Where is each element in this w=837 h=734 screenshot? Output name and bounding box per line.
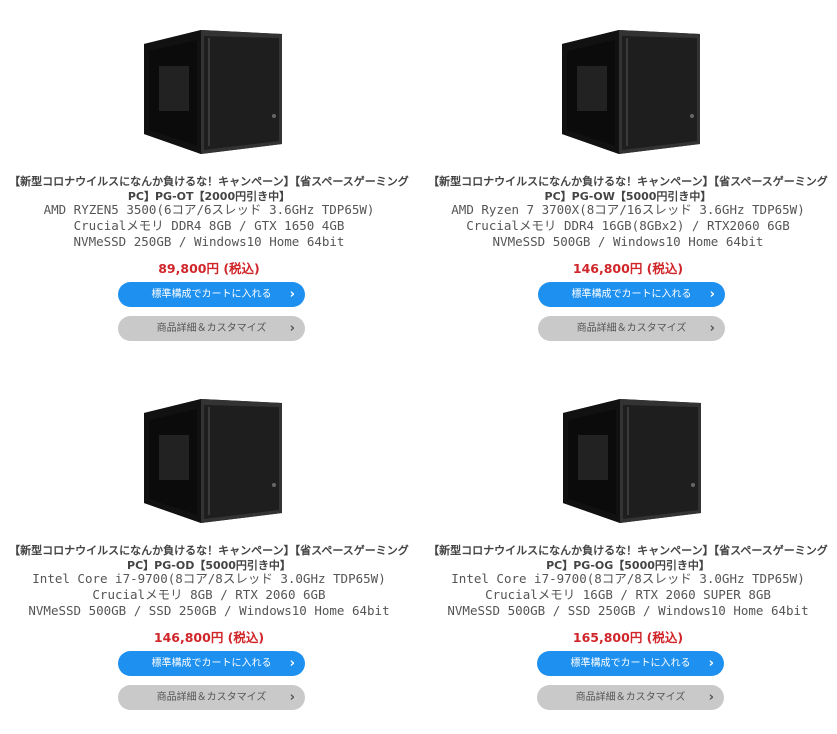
spec-cpu: AMD Ryzen 7 3700X(8コア/16スレッド 3.6GHz TDP6… — [451, 202, 805, 217]
detail-customize-label: 商品詳細＆カスタマイズ — [575, 692, 686, 703]
product-grid: 【新型コロナウイルスになんか負けるな！キャンペーン】【省スペースゲーミングPC】… — [0, 0, 837, 727]
chevron-right-icon: › — [709, 321, 715, 336]
add-to-cart-button[interactable]: 標準構成でカートに入れる › — [537, 651, 724, 676]
detail-customize-button[interactable]: 商品詳細＆カスタマイズ › — [538, 316, 725, 341]
spec-storage-os: NVMeSSD 500GB / SSD 250GB / Windows10 Ho… — [28, 603, 390, 618]
add-to-cart-label: 標準構成でカートに入れる — [571, 289, 692, 300]
detail-customize-button[interactable]: 商品詳細＆カスタマイズ › — [118, 685, 305, 710]
spec-memory-gpu: Crucialメモリ 8GB / RTX 2060 6GB — [92, 587, 326, 602]
spec-storage-os: NVMeSSD 500GB / Windows10 Home 64bit — [492, 234, 764, 249]
add-to-cart-button[interactable]: 標準構成でカートに入れる › — [118, 651, 305, 676]
detail-customize-label: 商品詳細＆カスタマイズ — [576, 323, 687, 334]
product-price: 165,800円 (税込) — [572, 630, 684, 645]
detail-customize-label: 商品詳細＆カスタマイズ — [156, 692, 267, 703]
chevron-right-icon: › — [289, 690, 295, 705]
spec-cpu: Intel Core i7-9700(8コア/8スレッド 3.0GHz TDP6… — [32, 571, 386, 586]
add-to-cart-label: 標準構成でカートに入れる — [570, 658, 691, 669]
product-price: 89,800円 (税込) — [158, 261, 260, 276]
pc-case-image — [144, 399, 282, 523]
spec-storage-os: NVMeSSD 250GB / Windows10 Home 64bit — [73, 234, 345, 249]
detail-customize-button[interactable]: 商品詳細＆カスタマイズ › — [118, 316, 305, 341]
product-title[interactable]: 【新型コロナウイルスになんか負けるな！キャンペーン】【省スペースゲーミングPC】… — [8, 543, 410, 573]
spec-cpu: Intel Core i7-9700(8コア/8スレッド 3.0GHz TDP6… — [451, 571, 805, 586]
detail-customize-label: 商品詳細＆カスタマイズ — [156, 323, 267, 334]
pc-case-image — [144, 30, 282, 154]
product-specs: AMD Ryzen 7 3700X(8コア/16スレッド 3.6GHz TDP6… — [419, 202, 837, 250]
product-title[interactable]: 【新型コロナウイルスになんか負けるな！キャンペーン】【省スペースゲーミングPC】… — [427, 174, 829, 204]
add-to-cart-label: 標準構成でカートに入れる — [151, 289, 272, 300]
product-specs: AMD RYZEN5 3500(6コア/6スレッド 3.6GHz TDP65W)… — [0, 202, 418, 250]
product-price: 146,800円 (税込) — [153, 630, 265, 645]
product-price: 146,800円 (税込) — [572, 261, 684, 276]
add-to-cart-button[interactable]: 標準構成でカートに入れる › — [118, 282, 305, 307]
chevron-right-icon: › — [289, 321, 295, 336]
product-image[interactable] — [517, 16, 742, 155]
product-image[interactable] — [518, 385, 743, 524]
detail-customize-button[interactable]: 商品詳細＆カスタマイズ › — [537, 685, 724, 710]
chevron-right-icon: › — [709, 287, 715, 302]
pc-case-image — [562, 30, 700, 154]
pc-case-image — [563, 399, 701, 523]
product-card: 【新型コロナウイルスになんか負けるな！キャンペーン】【省スペースゲーミングPC】… — [0, 0, 418, 365]
spec-memory-gpu: Crucialメモリ DDR4 16GB(8GBx2) / RTX2060 6G… — [466, 218, 790, 233]
spec-memory-gpu: Crucialメモリ 16GB / RTX 2060 SUPER 8GB — [485, 587, 771, 602]
product-title[interactable]: 【新型コロナウイルスになんか負けるな！キャンペーン】【省スペースゲーミングPC】… — [427, 543, 829, 573]
spec-memory-gpu: Crucialメモリ DDR4 8GB / GTX 1650 4GB — [73, 218, 345, 233]
chevron-right-icon: › — [708, 656, 714, 671]
product-card: 【新型コロナウイルスになんか負けるな！キャンペーン】【省スペースゲーミングPC】… — [419, 369, 837, 734]
chevron-right-icon: › — [289, 656, 295, 671]
product-image[interactable] — [99, 16, 324, 155]
product-specs: Intel Core i7-9700(8コア/8スレッド 3.0GHz TDP6… — [0, 571, 418, 619]
add-to-cart-button[interactable]: 標準構成でカートに入れる › — [538, 282, 725, 307]
product-title[interactable]: 【新型コロナウイルスになんか負けるな！キャンペーン】【省スペースゲーミングPC】… — [8, 174, 410, 204]
add-to-cart-label: 標準構成でカートに入れる — [151, 658, 272, 669]
product-specs: Intel Core i7-9700(8コア/8スレッド 3.0GHz TDP6… — [419, 571, 837, 619]
spec-cpu: AMD RYZEN5 3500(6コア/6スレッド 3.6GHz TDP65W) — [43, 202, 375, 217]
chevron-right-icon: › — [708, 690, 714, 705]
spec-storage-os: NVMeSSD 500GB / SSD 250GB / Windows10 Ho… — [447, 603, 809, 618]
chevron-right-icon: › — [289, 287, 295, 302]
product-image[interactable] — [99, 385, 324, 524]
product-card: 【新型コロナウイルスになんか負けるな！キャンペーン】【省スペースゲーミングPC】… — [0, 369, 418, 734]
product-card: 【新型コロナウイルスになんか負けるな！キャンペーン】【省スペースゲーミングPC】… — [419, 0, 837, 365]
